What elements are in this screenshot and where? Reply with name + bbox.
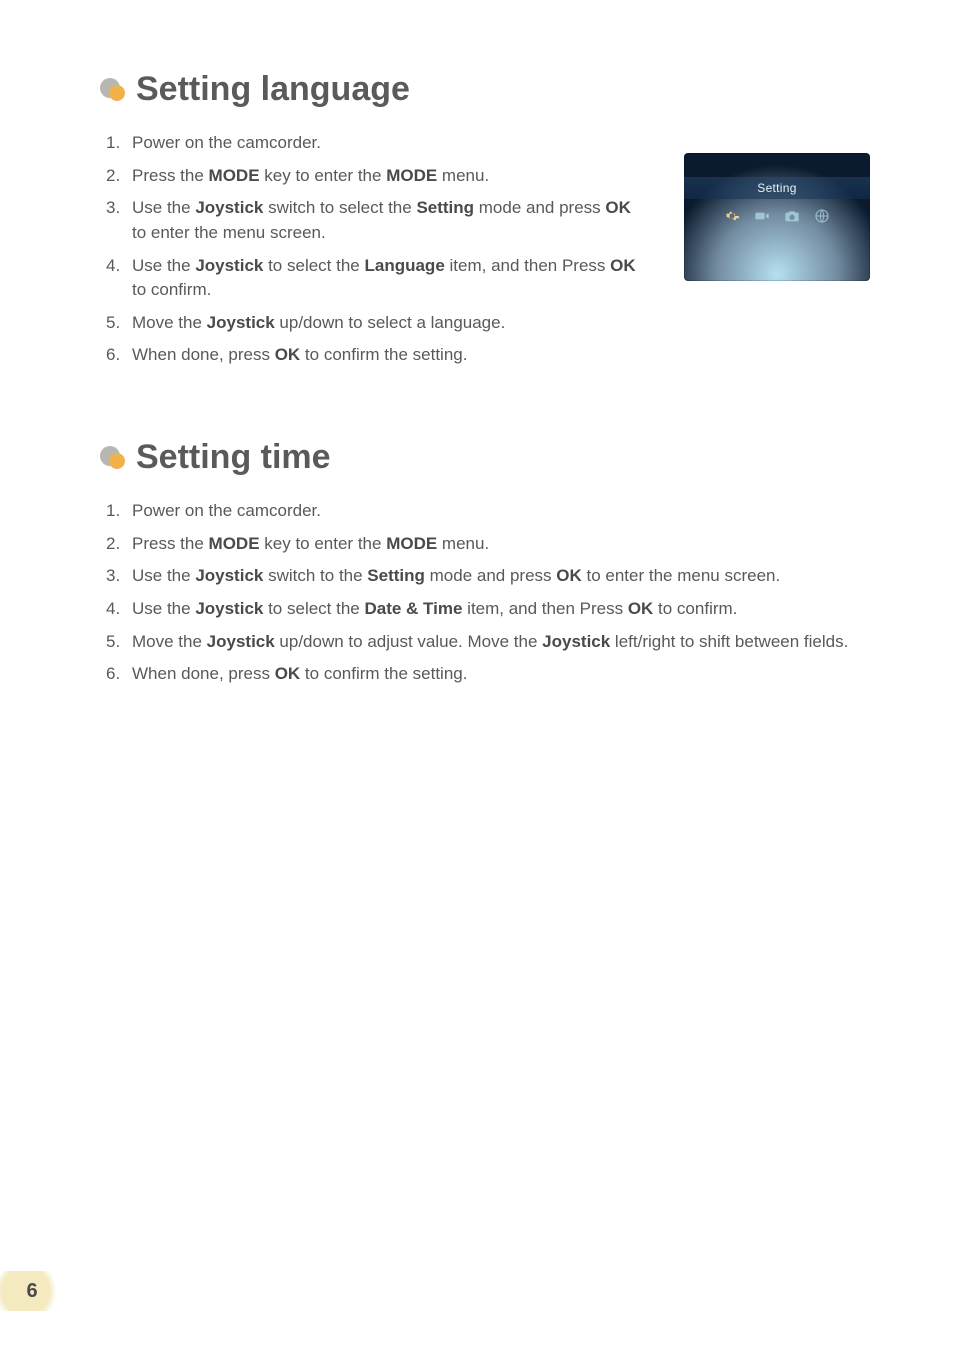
step-text: When done, press OK to confirm the setti… bbox=[132, 662, 874, 687]
device-screenshot-title: Setting bbox=[684, 177, 870, 199]
section-heading: Setting time bbox=[100, 438, 874, 477]
section-setting-time: Setting time Power on the camcorder. Pres… bbox=[100, 438, 874, 687]
step-text: Move the Joystick up/down to select a la… bbox=[132, 311, 650, 336]
step-item: Power on the camcorder. bbox=[106, 499, 874, 524]
bullet-icon bbox=[100, 78, 124, 102]
globe-icon bbox=[813, 207, 831, 225]
step-text: Press the MODE key to enter the MODE men… bbox=[132, 164, 650, 189]
bullet-icon bbox=[100, 446, 124, 470]
step-item: Press the MODE key to enter the MODE men… bbox=[106, 532, 874, 557]
device-screenshot-icons bbox=[684, 203, 870, 225]
photo-icon bbox=[783, 207, 801, 225]
step-text: Use the Joystick switch to select the Se… bbox=[132, 196, 650, 245]
page-number: 6 bbox=[0, 1271, 64, 1311]
step-text: Power on the camcorder. bbox=[132, 499, 874, 524]
manual-page: Setting language Power on the camcorder.… bbox=[0, 0, 954, 687]
steps-list: Power on the camcorder. Press the MODE ke… bbox=[106, 499, 874, 687]
step-text: Press the MODE key to enter the MODE men… bbox=[132, 532, 874, 557]
section-title: Setting language bbox=[136, 70, 410, 109]
step-item: Move the Joystick up/down to adjust valu… bbox=[106, 630, 874, 655]
section-title: Setting time bbox=[136, 438, 331, 477]
step-text: Use the Joystick switch to the Setting m… bbox=[132, 564, 874, 589]
step-item: When done, press OK to confirm the setti… bbox=[106, 662, 874, 687]
section-heading: Setting language bbox=[100, 70, 874, 109]
gear-icon bbox=[723, 207, 741, 225]
step-item: When done, press OK to confirm the setti… bbox=[106, 343, 874, 368]
step-item: Move the Joystick up/down to select a la… bbox=[106, 311, 874, 336]
step-text: Power on the camcorder. bbox=[132, 131, 650, 156]
step-text: Move the Joystick up/down to adjust valu… bbox=[132, 630, 874, 655]
step-item: Power on the camcorder. bbox=[106, 131, 874, 156]
step-text: Use the Joystick to select the Language … bbox=[132, 254, 650, 303]
video-icon bbox=[753, 207, 771, 225]
step-item: Use the Joystick to select the Date & Ti… bbox=[106, 597, 874, 622]
step-item: Use the Joystick switch to the Setting m… bbox=[106, 564, 874, 589]
step-text: Use the Joystick to select the Date & Ti… bbox=[132, 597, 874, 622]
device-screenshot: Setting bbox=[684, 153, 870, 281]
step-text: When done, press OK to confirm the setti… bbox=[132, 343, 650, 368]
